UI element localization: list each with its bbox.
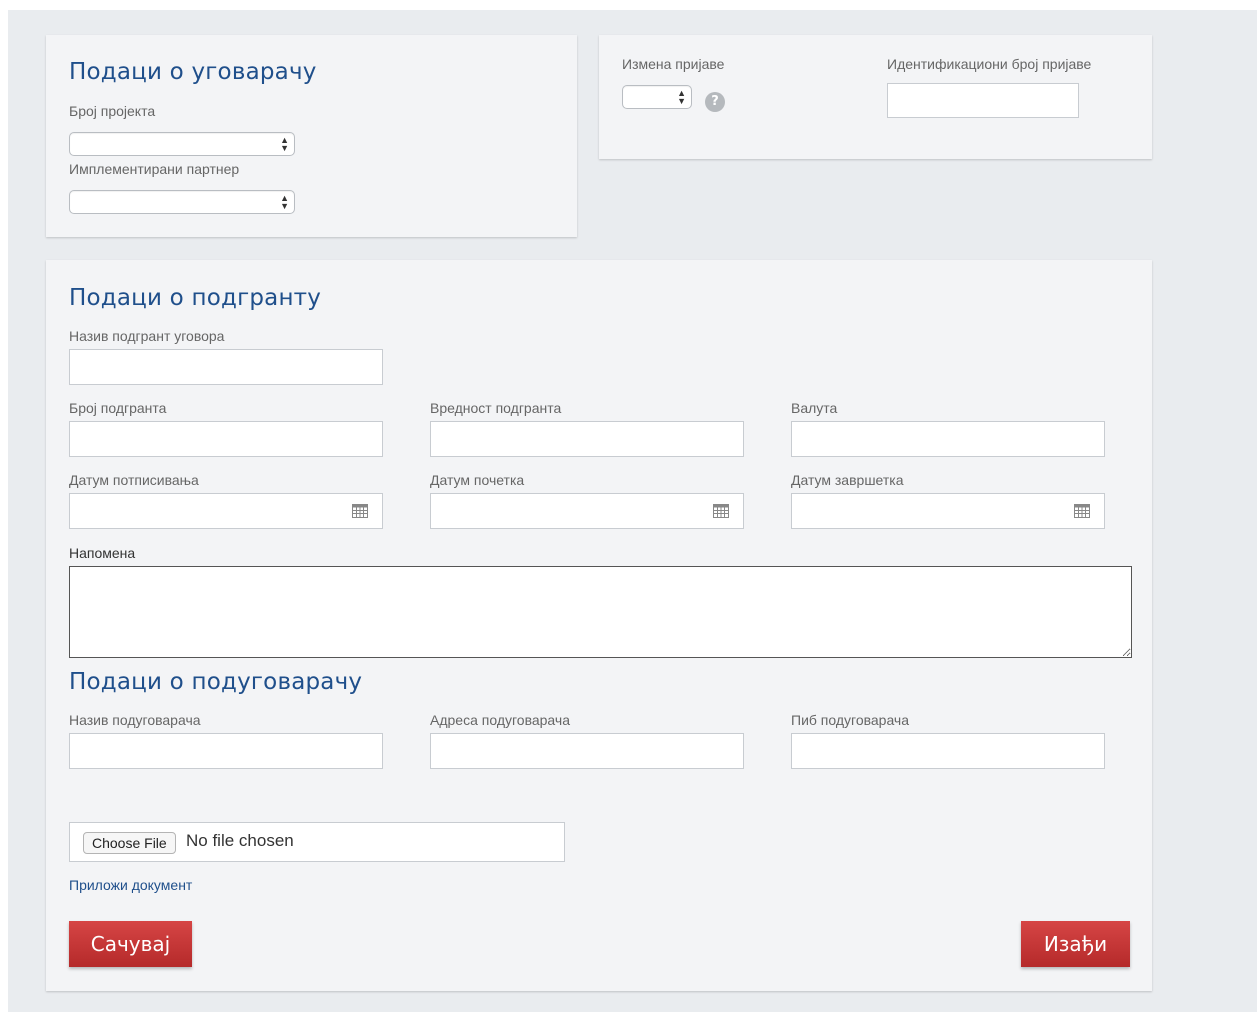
subcontractor-address-input[interactable] [430, 733, 744, 769]
change-application-label: Измена пријаве [622, 56, 725, 72]
subgrant-number-input[interactable] [69, 421, 383, 457]
subcontractor-name-label: Назив подуговарача [69, 712, 201, 728]
subcontractor-name-input[interactable] [69, 733, 383, 769]
subgrant-contract-name-label: Назив подгрант уговора [69, 328, 225, 344]
exit-button[interactable]: Изађи [1021, 921, 1130, 967]
note-label: Напомена [69, 545, 136, 561]
currency-input[interactable] [791, 421, 1105, 457]
application-id-input[interactable] [887, 83, 1079, 118]
sign-date-label: Датум потписивања [69, 472, 199, 488]
calendar-icon[interactable] [352, 503, 368, 518]
subgrant-value-label: Вредност подгранта [430, 400, 562, 416]
updown-arrows-icon: ▲ ▼ [677, 88, 686, 106]
file-upload-field: Choose File No file chosen [69, 822, 565, 862]
application-panel: Измена пријаве ▲ ▼ ? Идентификациони број… [599, 35, 1152, 159]
subcontractor-address-label: Адреса подуговарача [430, 712, 570, 728]
file-status-text: No file chosen [186, 831, 294, 850]
note-textarea[interactable] [69, 566, 1132, 658]
start-date-label: Датум почетка [430, 472, 525, 488]
updown-arrows-icon: ▲ ▼ [280, 193, 289, 211]
calendar-icon[interactable] [713, 503, 729, 518]
application-id-label: Идентификациони број пријаве [887, 56, 1092, 72]
attach-document-link[interactable]: Приложи документ [69, 877, 192, 893]
calendar-icon[interactable] [1074, 503, 1090, 518]
contractor-section-title: Подаци о уговарачу [69, 59, 317, 85]
start-date-input[interactable] [430, 493, 744, 529]
contractor-panel: Подаци о уговарачу Број пројекта ▲ ▼ Импл… [46, 35, 577, 237]
subgrant-panel: Подаци о подгранту Назив подгрант уговор… [46, 260, 1152, 991]
partner-select[interactable]: ▲ ▼ [69, 190, 295, 214]
currency-label: Валута [791, 400, 838, 416]
save-button[interactable]: Сачувај [69, 921, 192, 967]
subgrant-value-input[interactable] [430, 421, 744, 457]
subgrant-section-title: Подаци о подгранту [69, 285, 322, 311]
subgrant-number-label: Број подгранта [69, 400, 167, 416]
help-question-icon[interactable]: ? [705, 92, 725, 112]
updown-arrows-icon: ▲ ▼ [280, 135, 289, 153]
sign-date-input[interactable] [69, 493, 383, 529]
subcontractor-section-title: Подаци о подуговарачу [69, 669, 363, 695]
change-application-select[interactable]: ▲ ▼ [622, 85, 692, 109]
end-date-label: Датум завршетка [791, 472, 904, 488]
subcontractor-pib-input[interactable] [791, 733, 1105, 769]
project-number-select[interactable]: ▲ ▼ [69, 132, 295, 156]
partner-label: Имплементирани партнер [69, 161, 240, 177]
choose-file-button[interactable]: Choose File [83, 832, 176, 854]
subcontractor-pib-label: Пиб подуговарача [791, 712, 910, 728]
subgrant-contract-name-input[interactable] [69, 349, 383, 385]
project-number-label: Број пројекта [69, 103, 156, 119]
end-date-input[interactable] [791, 493, 1105, 529]
